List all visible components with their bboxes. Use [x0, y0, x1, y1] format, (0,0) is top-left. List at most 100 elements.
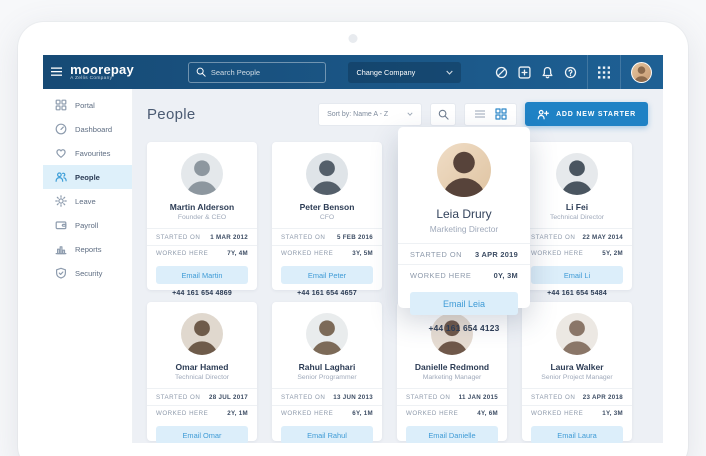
person-name: Rahul Laghari [272, 362, 382, 372]
add-new-starter-button[interactable]: ADD NEW STARTER [525, 102, 648, 126]
sidebar-item-payroll[interactable]: Payroll [43, 213, 132, 237]
person-name: Danielle Redmond [397, 362, 507, 372]
avatar [306, 153, 348, 195]
apps-grid-icon[interactable] [598, 66, 610, 79]
started-date: 3 APR 2019 [475, 250, 518, 259]
person-name: Laura Walker [522, 362, 632, 372]
person-title: Technical Director [522, 214, 632, 221]
hamburger-menu-icon[interactable] [51, 67, 62, 76]
sidebar-nav: Portal Dashboard Favourites [43, 89, 133, 443]
change-company-dropdown[interactable]: Change Company [348, 62, 461, 83]
email-button[interactable]: Email Omar [156, 426, 248, 443]
sort-dropdown[interactable]: Sort by: Name A - Z [318, 103, 422, 126]
main-content: People Sort by: Name A - Z [133, 89, 663, 443]
person-card-leia-elevated[interactable]: Leia Drury Marketing Director STARTED ON… [398, 127, 530, 308]
person-name: Martin Alderson [147, 202, 257, 212]
worked-duration: 2Y, 1M [227, 410, 248, 417]
started-date: 5 FEB 2016 [337, 234, 373, 241]
person-name: Leia Drury [398, 207, 530, 221]
email-button[interactable]: Email Leia [410, 292, 518, 315]
sidebar-item-label: Portal [75, 101, 95, 110]
sidebar-item-favourites[interactable]: Favourites [43, 141, 132, 165]
started-on-row: STARTED ON 23 APR 2018 [522, 388, 632, 405]
content-header: People Sort by: Name A - Z [133, 89, 663, 126]
moorepay-logo[interactable]: moorepay A Zellis Company [70, 63, 134, 82]
sidebar-item-label: Leave [75, 197, 96, 206]
search-input[interactable] [211, 68, 319, 77]
avatar [437, 143, 491, 197]
person-card-laura[interactable]: Laura Walker Senior Project Manager STAR… [522, 302, 632, 441]
sidebar-item-reports[interactable]: Reports [43, 237, 132, 261]
person-title: Marketing Director [398, 224, 530, 234]
started-date: 22 MAY 2014 [583, 234, 623, 241]
topbar-divider [587, 55, 588, 89]
logo-tagline: A Zellis Company [70, 77, 134, 82]
avatar [431, 313, 473, 355]
person-card-li[interactable]: Li Fei Technical Director STARTED ON 22 … [522, 142, 632, 290]
cards-row-1: Martin Alderson Founder & CEO STARTED ON… [147, 142, 632, 290]
started-on-row: STARTED ON 13 JUN 2013 [272, 388, 382, 405]
started-on-row: STARTED ON 5 FEB 2016 [272, 228, 382, 245]
email-button[interactable]: Email Martin [156, 266, 248, 284]
phone-number: +44 161 654 4123 [398, 323, 530, 333]
sidebar-item-leave[interactable]: Leave [43, 189, 132, 213]
topbar-icon-group [495, 66, 577, 79]
top-bar: moorepay A Zellis Company Change Company [43, 55, 663, 89]
person-card-peter[interactable]: Peter Benson CFO STARTED ON 5 FEB 2016 W… [272, 142, 382, 290]
search-people-box[interactable] [188, 62, 327, 83]
sidebar-item-label: Dashboard [75, 125, 112, 134]
add-icon[interactable] [518, 66, 531, 79]
logo-wordmark: moorepay [70, 63, 134, 76]
worked-duration: 3Y, 5M [352, 250, 373, 257]
worked-here-row: WORKED HERE 3Y, 5M [272, 245, 382, 262]
person-title: Technical Director [147, 374, 257, 381]
heart-icon [55, 147, 67, 159]
compass-icon[interactable] [495, 66, 508, 79]
avatar [181, 153, 223, 195]
worked-here-row: WORKED HERE 2Y, 1M [147, 405, 257, 422]
avatar [556, 313, 598, 355]
search-icon [196, 67, 206, 77]
sidebar-item-security[interactable]: Security [43, 261, 132, 285]
user-avatar[interactable] [631, 62, 652, 83]
view-toggle [464, 103, 517, 126]
grid-view-button[interactable] [495, 108, 507, 120]
worked-duration: 1Y, 3M [602, 410, 623, 417]
search-button[interactable] [430, 103, 456, 126]
person-title: CFO [272, 214, 382, 221]
help-icon[interactable] [564, 66, 577, 79]
started-on-row: STARTED ON 28 JUL 2017 [147, 388, 257, 405]
add-person-icon [537, 109, 549, 120]
shield-icon [55, 267, 67, 279]
started-date: 28 JUL 2017 [209, 394, 248, 401]
sidebar-item-people[interactable]: People [43, 165, 132, 189]
portal-icon [55, 99, 67, 111]
person-card-rahul[interactable]: Rahul Laghari Senior Programmer STARTED … [272, 302, 382, 441]
email-button[interactable]: Email Peter [281, 266, 373, 284]
email-button[interactable]: Email Li [531, 266, 623, 284]
list-view-button[interactable] [474, 108, 486, 120]
wallet-icon [55, 219, 67, 231]
bar-chart-icon [55, 243, 67, 255]
worked-here-row: WORKED HERE 1Y, 3M [522, 405, 632, 422]
person-card-omar[interactable]: Omar Hamed Technical Director STARTED ON… [147, 302, 257, 441]
started-date: 11 JAN 2015 [459, 394, 498, 401]
avatar [181, 313, 223, 355]
notifications-bell-icon[interactable] [541, 66, 554, 79]
people-icon [55, 171, 67, 183]
sidebar-item-dashboard[interactable]: Dashboard [43, 117, 132, 141]
worked-duration: 6Y, 1M [352, 410, 373, 417]
person-title: Marketing Manager [397, 374, 507, 381]
email-button[interactable]: Email Danielle [406, 426, 498, 443]
person-card-martin[interactable]: Martin Alderson Founder & CEO STARTED ON… [147, 142, 257, 290]
started-on-row: STARTED ON 1 MAR 2012 [147, 228, 257, 245]
started-on-row: STARTED ON 3 APR 2019 [398, 243, 530, 264]
sidebar-item-portal[interactable]: Portal [43, 93, 132, 117]
email-button[interactable]: Email Rahul [281, 426, 373, 443]
sidebar-item-label: Reports [75, 245, 102, 254]
email-button[interactable]: Email Laura [531, 426, 623, 443]
sidebar-item-label: Payroll [75, 221, 98, 230]
topbar-divider [620, 55, 621, 89]
worked-duration: 0Y, 3M [494, 271, 518, 280]
app-screen: moorepay A Zellis Company Change Company [43, 55, 663, 443]
